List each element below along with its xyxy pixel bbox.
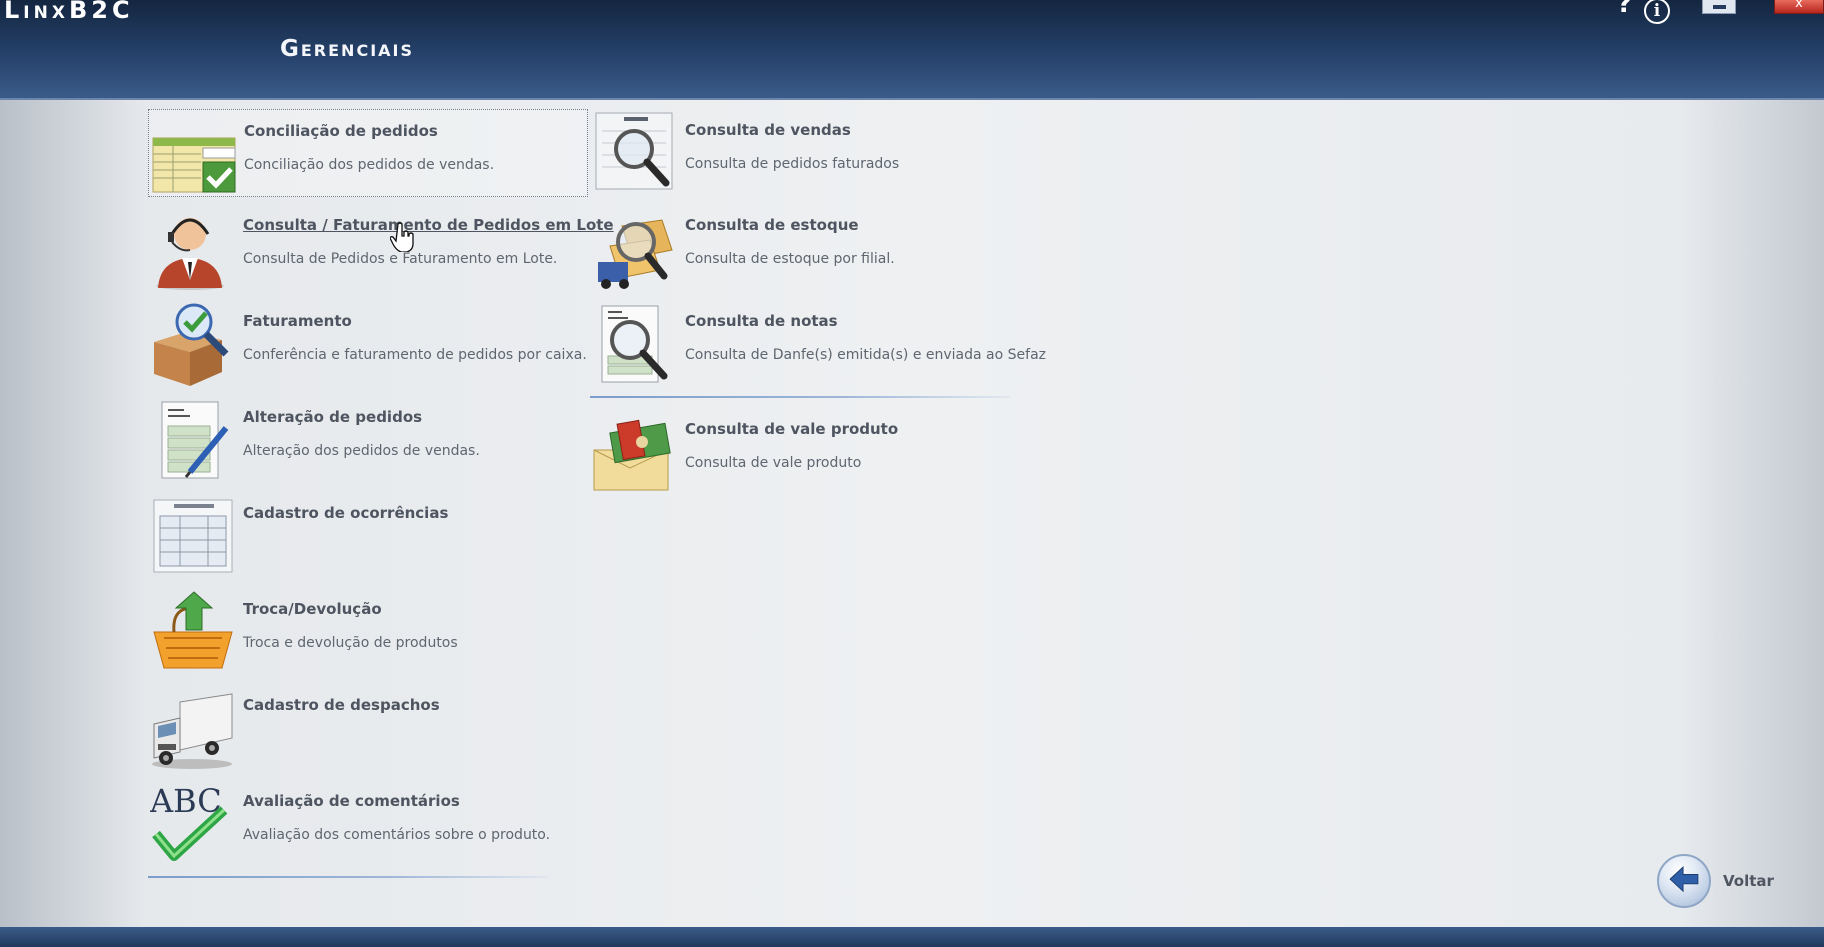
box-check-icon — [154, 303, 229, 386]
menu-item-title: Faturamento — [243, 312, 352, 330]
menu-item-title: Consulta de vendas — [685, 121, 851, 139]
basket-return-icon — [153, 591, 233, 669]
app-brand: LinxB2C — [4, 0, 134, 24]
main-window: LinxB2C Gerenciais ? i x Conciliação de … — [0, 0, 1824, 947]
menu-item-conciliacao-pedidos[interactable]: Conciliação de pedidos Conciliação dos p… — [148, 109, 588, 197]
truck-icon — [152, 693, 233, 769]
menu-item-title: Avaliação de comentários — [243, 792, 460, 810]
svg-text:ABC: ABC — [150, 782, 222, 820]
abc-check-icon: ABC — [150, 782, 228, 861]
back-button-label: Voltar — [1723, 872, 1774, 890]
menu-item-title: Consulta / Faturamento de Pedidos em Lot… — [243, 216, 614, 234]
menu-item-consulta-estoque[interactable]: Consulta de estoque Consulta de estoque … — [590, 204, 1030, 292]
operator-icon — [156, 218, 224, 290]
menu-item-title: Alteração de pedidos — [243, 408, 423, 426]
menu-item-description: Consulta de pedidos faturados — [685, 156, 900, 172]
menu-item-avaliacao-comentarios[interactable]: ABC Avaliação de comentários Avaliação d… — [148, 780, 588, 868]
menu-item-description: Conferência e faturamento de pedidos por… — [243, 347, 587, 363]
menu-item-consulta-notas[interactable]: Consulta de notas Consulta de Danfe(s) e… — [590, 300, 1046, 388]
back-button[interactable]: Voltar — [1657, 852, 1787, 908]
menu-item-cadastro-ocorrencias[interactable]: Cadastro de ocorrências — [148, 492, 588, 580]
left-column-divider — [148, 876, 548, 878]
voucher-icon — [593, 419, 671, 491]
menu-item-description: Consulta de Danfe(s) emitida(s) e enviad… — [685, 347, 1047, 363]
menu-item-alteracao-pedidos[interactable]: Alteração de pedidos Alteração dos pedid… — [148, 396, 588, 484]
menu-item-description: Conciliação dos pedidos de vendas. — [244, 157, 495, 173]
menu-item-title: Consulta de vale produto — [685, 420, 899, 438]
menu-item-consulta-vale-produto[interactable]: Consulta de vale produto Consulta de val… — [590, 408, 1030, 496]
page-title: Gerenciais — [280, 36, 415, 62]
help-icon[interactable]: ? — [1617, 0, 1632, 17]
form-icon — [153, 499, 233, 573]
stock-search-icon — [598, 219, 673, 289]
status-footer — [0, 927, 1824, 947]
menu-item-description: Troca e devolução de produtos — [243, 635, 458, 651]
menu-item-title: Conciliação de pedidos — [244, 122, 438, 140]
sales-search-icon — [595, 112, 673, 190]
edit-document-icon — [161, 401, 229, 479]
info-icon[interactable]: i — [1644, 0, 1670, 24]
app-header: LinxB2C Gerenciais ? i x — [0, 0, 1824, 100]
menu-item-title: Consulta de estoque — [685, 216, 859, 234]
menu-item-description: Consulta de Pedidos e Faturamento em Lot… — [243, 251, 558, 267]
menu-item-description: Consulta de vale produto — [685, 455, 862, 471]
invoice-search-icon — [601, 305, 668, 383]
menu-item-faturamento[interactable]: Faturamento Conferência e faturamento de… — [148, 300, 588, 388]
menu-item-title: Consulta de notas — [685, 312, 838, 330]
menu-item-title: Cadastro de ocorrências — [243, 504, 449, 522]
menu-item-troca-devolucao[interactable]: Troca/Devolução Troca e devolução de pro… — [148, 588, 588, 676]
menu-item-title: Troca/Devolução — [243, 600, 382, 618]
back-arrow-icon — [1657, 854, 1711, 908]
menu-item-consulta-faturamento-lote[interactable]: Consulta / Faturamento de Pedidos em Lot… — [148, 204, 614, 292]
reconcile-icon — [152, 137, 236, 193]
menu-item-cadastro-despachos[interactable]: Cadastro de despachos — [148, 684, 588, 772]
menu-item-description: Alteração dos pedidos de vendas. — [243, 443, 480, 459]
right-column-divider — [590, 396, 1010, 398]
menu-item-description: Avaliação dos comentários sobre o produt… — [243, 827, 551, 843]
hand-cursor-icon — [390, 222, 414, 252]
close-button[interactable]: x — [1774, 0, 1824, 14]
minimize-button[interactable] — [1702, 0, 1736, 14]
menu-item-title: Cadastro de despachos — [243, 696, 440, 714]
menu-item-consulta-vendas[interactable]: Consulta de vendas Consulta de pedidos f… — [590, 109, 1030, 197]
menu-item-description: Consulta de estoque por filial. — [685, 251, 895, 267]
